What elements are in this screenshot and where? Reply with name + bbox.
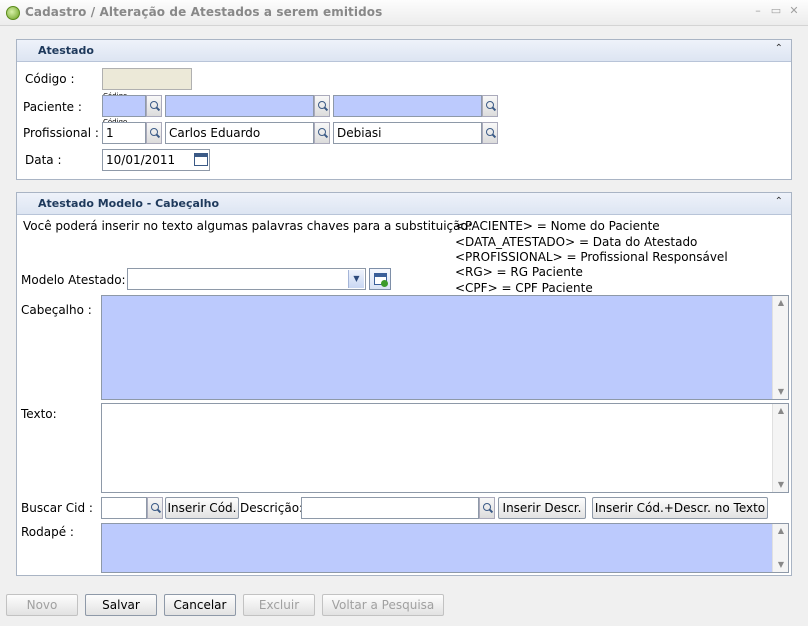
codigo-field [102,68,192,90]
scroll-down-icon[interactable]: ▼ [773,385,789,399]
descricao-search-icon[interactable] [479,497,495,519]
inserir-cod-descr-button[interactable]: Inserir Cód.+Descr. no Texto [592,497,768,519]
profissional-last-input[interactable]: Debiasi [333,122,482,144]
paciente-code-input[interactable] [102,95,146,117]
collapse-icon[interactable]: ⌃ [775,196,783,207]
window-title: Cadastro / Alteração de Atestados a sere… [25,5,383,19]
descricao-input[interactable] [301,497,479,519]
scroll-up-icon[interactable]: ▲ [773,524,789,538]
data-input[interactable]: 10/01/2011 [102,149,210,171]
salvar-button[interactable]: Salvar [85,594,157,616]
buscar-cid-input[interactable] [101,497,147,519]
scroll-down-icon[interactable]: ▼ [773,558,789,572]
inserir-cod-button[interactable]: Inserir Cód. [165,497,239,519]
calendar-icon[interactable] [194,153,208,166]
profissional-code-search-icon[interactable] [146,122,162,144]
texto-textarea[interactable]: ▲ ▼ [101,403,789,493]
app-icon [6,6,20,20]
chevron-down-icon[interactable]: ▼ [348,270,364,288]
texto-scrollbar[interactable]: ▲ ▼ [772,404,788,492]
paciente-last-search-icon[interactable] [482,95,498,117]
profissional-first-search-icon[interactable] [314,122,330,144]
modelo-atestado-label: Modelo Atestado: [21,273,126,287]
paciente-last-input[interactable] [333,95,482,117]
cabecalho-textarea[interactable]: ▲ ▼ [101,295,789,400]
atestado-panel: Atestado ⌃ Código : Paciente : Código Pr… [16,39,792,180]
modelo-atestado-select[interactable]: ▼ [127,268,366,290]
atestado-panel-header[interactable]: Atestado ⌃ [17,40,791,62]
modelo-panel-title: Atestado Modelo - Cabeçalho [38,197,220,210]
maximize-icon[interactable]: ▭ [769,4,783,18]
profissional-first-input[interactable]: Carlos Eduardo [165,122,314,144]
profissional-last-search-icon[interactable] [482,122,498,144]
inserir-descr-button[interactable]: Inserir Descr. [498,497,586,519]
paciente-first-input[interactable] [165,95,314,117]
texto-label: Texto: [21,407,57,421]
plus-icon [381,280,388,287]
close-icon[interactable]: ✕ [787,4,801,18]
novo-button[interactable]: Novo [6,594,78,616]
minimize-icon[interactable]: – [751,4,765,18]
modelo-panel: Atestado Modelo - Cabeçalho ⌃ Você poder… [16,192,792,576]
scroll-up-icon[interactable]: ▲ [773,404,789,418]
buscar-cid-label: Buscar Cid : [21,501,93,515]
data-label: Data : [25,153,62,167]
paciente-code-search-icon[interactable] [146,95,162,117]
buscar-cid-search-icon[interactable] [147,497,163,519]
collapse-icon[interactable]: ⌃ [775,43,783,54]
modelo-panel-header[interactable]: Atestado Modelo - Cabeçalho ⌃ [17,193,791,215]
keyword-paciente: <PACIENTE> = Nome do Paciente [455,219,660,233]
voltar-pesquisa-button[interactable]: Voltar a Pesquisa [322,594,444,616]
scroll-up-icon[interactable]: ▲ [773,296,789,310]
atestado-panel-title: Atestado [38,44,94,57]
paciente-label: Paciente : [23,100,82,114]
keyword-rg: <RG> = RG Paciente [455,265,583,279]
cancelar-button[interactable]: Cancelar [164,594,236,616]
excluir-button[interactable]: Excluir [243,594,315,616]
data-value: 10/01/2011 [106,153,176,167]
rodape-label: Rodapé : [21,525,74,539]
keyword-cpf: <CPF> = CPF Paciente [455,281,593,295]
keyword-data-atestado: <DATA_ATESTADO> = Data do Atestado [455,235,698,249]
descricao-label: Descrição: [240,501,304,515]
keywords-hint: Você poderá inserir no texto algumas pal… [23,219,472,233]
codigo-label: Código : [25,72,75,86]
keyword-profissional: <PROFISSIONAL> = Profissional Responsáve… [455,250,728,264]
cabecalho-scrollbar[interactable]: ▲ ▼ [772,296,788,399]
cabecalho-label: Cabeçalho : [21,303,92,317]
profissional-code-input[interactable]: 1 [102,122,146,144]
paciente-first-search-icon[interactable] [314,95,330,117]
rodape-scrollbar[interactable]: ▲ ▼ [772,524,788,572]
profissional-label: Profissional : [23,126,99,140]
rodape-textarea[interactable]: ▲ ▼ [101,523,789,573]
title-bar: Cadastro / Alteração de Atestados a sere… [0,0,808,26]
scroll-down-icon[interactable]: ▼ [773,478,789,492]
add-modelo-button[interactable] [369,268,391,290]
